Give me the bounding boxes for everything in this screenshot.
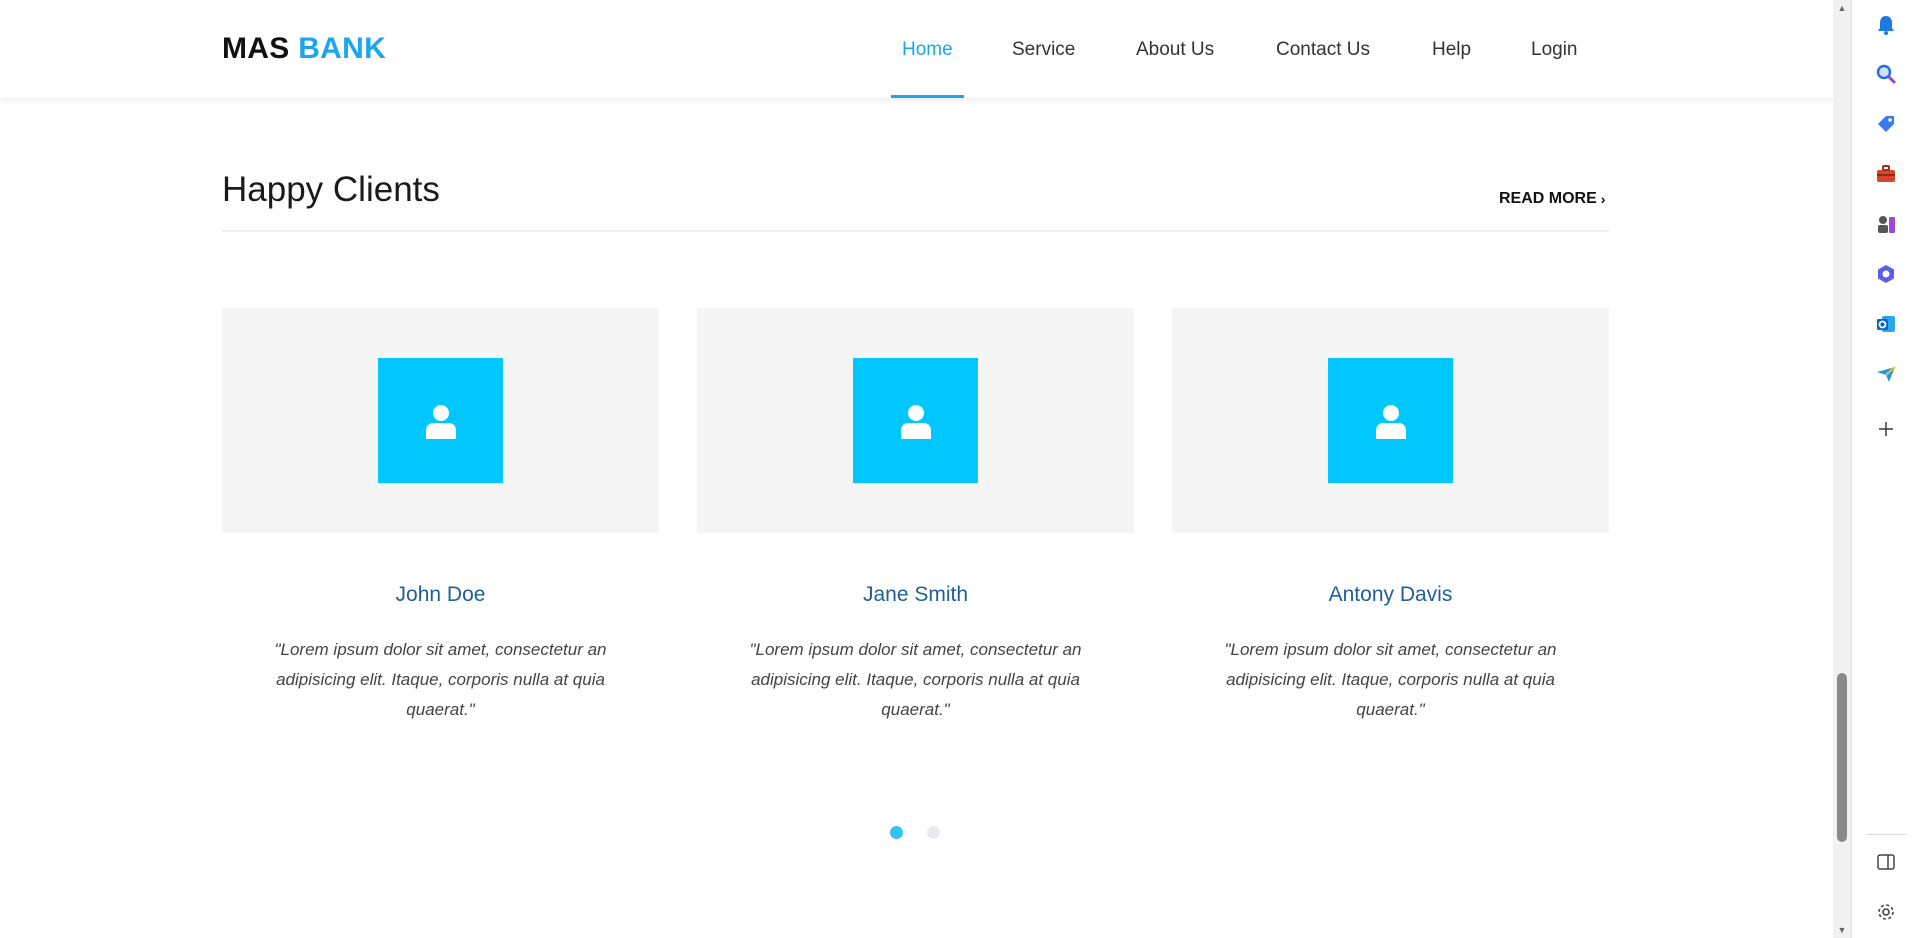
scrollbar-thumb[interactable] bbox=[1837, 673, 1847, 842]
logo-word-bank: BANK bbox=[298, 32, 387, 65]
user-icon bbox=[425, 404, 456, 439]
nav-about-us[interactable]: About Us bbox=[1136, 0, 1214, 98]
client-quote: "Lorem ipsum dolor sit amet, consectetur… bbox=[1224, 640, 1557, 719]
search-icon[interactable] bbox=[1872, 60, 1900, 88]
section-divider bbox=[222, 230, 1609, 232]
avatar bbox=[853, 358, 978, 483]
site-logo[interactable]: MAS BANK bbox=[222, 32, 386, 66]
toolbox-icon[interactable] bbox=[1872, 160, 1900, 188]
browser-sidebar bbox=[1851, 0, 1920, 938]
avatar bbox=[1328, 358, 1453, 483]
nav-home[interactable]: Home bbox=[891, 0, 964, 98]
client-card: Jane Smith "Lorem ipsum dolor sit amet, … bbox=[697, 308, 1134, 719]
section-title: Happy Clients bbox=[222, 170, 440, 209]
tag-icon[interactable] bbox=[1872, 110, 1900, 138]
client-quote: "Lorem ipsum dolor sit amet, consectetur… bbox=[274, 640, 607, 719]
client-card: John Doe "Lorem ipsum dolor sit amet, co… bbox=[222, 308, 659, 719]
read-more-link[interactable]: READ MORE › bbox=[1499, 190, 1605, 208]
nav-help[interactable]: Help bbox=[1432, 0, 1471, 98]
bell-icon[interactable] bbox=[1872, 11, 1900, 39]
read-more-label: READ MORE bbox=[1499, 190, 1597, 207]
nav-contact-us[interactable]: Contact Us bbox=[1276, 0, 1370, 98]
chevron-right-icon: › bbox=[1600, 191, 1606, 207]
client-name: John Doe bbox=[395, 583, 486, 606]
outlook-icon[interactable] bbox=[1872, 310, 1900, 338]
avatar bbox=[378, 358, 503, 483]
carousel-dot-2[interactable] bbox=[927, 826, 940, 839]
page-scrollbar[interactable]: ▲ ▼ bbox=[1833, 0, 1851, 938]
sidebar-separator bbox=[1866, 834, 1906, 835]
site-header: MAS BANK Home Service About Us Contact U… bbox=[0, 0, 1833, 98]
nav-service[interactable]: Service bbox=[1012, 0, 1075, 98]
client-card-media bbox=[1172, 308, 1609, 533]
client-name: Antony Davis bbox=[1328, 583, 1453, 606]
send-icon[interactable] bbox=[1872, 360, 1900, 388]
client-card: Antony Davis "Lorem ipsum dolor sit amet… bbox=[1172, 308, 1609, 719]
client-card-media bbox=[697, 308, 1134, 533]
client-quote: "Lorem ipsum dolor sit amet, consectetur… bbox=[749, 640, 1082, 719]
user-icon bbox=[900, 404, 931, 439]
scroll-up-arrow-icon[interactable]: ▲ bbox=[1833, 0, 1851, 16]
carousel-dot-1[interactable] bbox=[890, 826, 903, 839]
page-viewport: MAS BANK Home Service About Us Contact U… bbox=[0, 0, 1833, 938]
add-icon[interactable] bbox=[1872, 415, 1900, 443]
nav-login[interactable]: Login bbox=[1531, 0, 1578, 98]
settings-icon[interactable] bbox=[1872, 898, 1900, 926]
chess-icon[interactable] bbox=[1872, 210, 1900, 238]
client-name: Jane Smith bbox=[862, 583, 969, 606]
split-view-icon[interactable] bbox=[1872, 848, 1900, 876]
user-icon bbox=[1375, 404, 1406, 439]
scroll-down-arrow-icon[interactable]: ▼ bbox=[1833, 922, 1851, 938]
logo-word-mas: MAS bbox=[222, 32, 290, 65]
client-card-media bbox=[222, 308, 659, 533]
copilot-icon[interactable] bbox=[1872, 260, 1900, 288]
